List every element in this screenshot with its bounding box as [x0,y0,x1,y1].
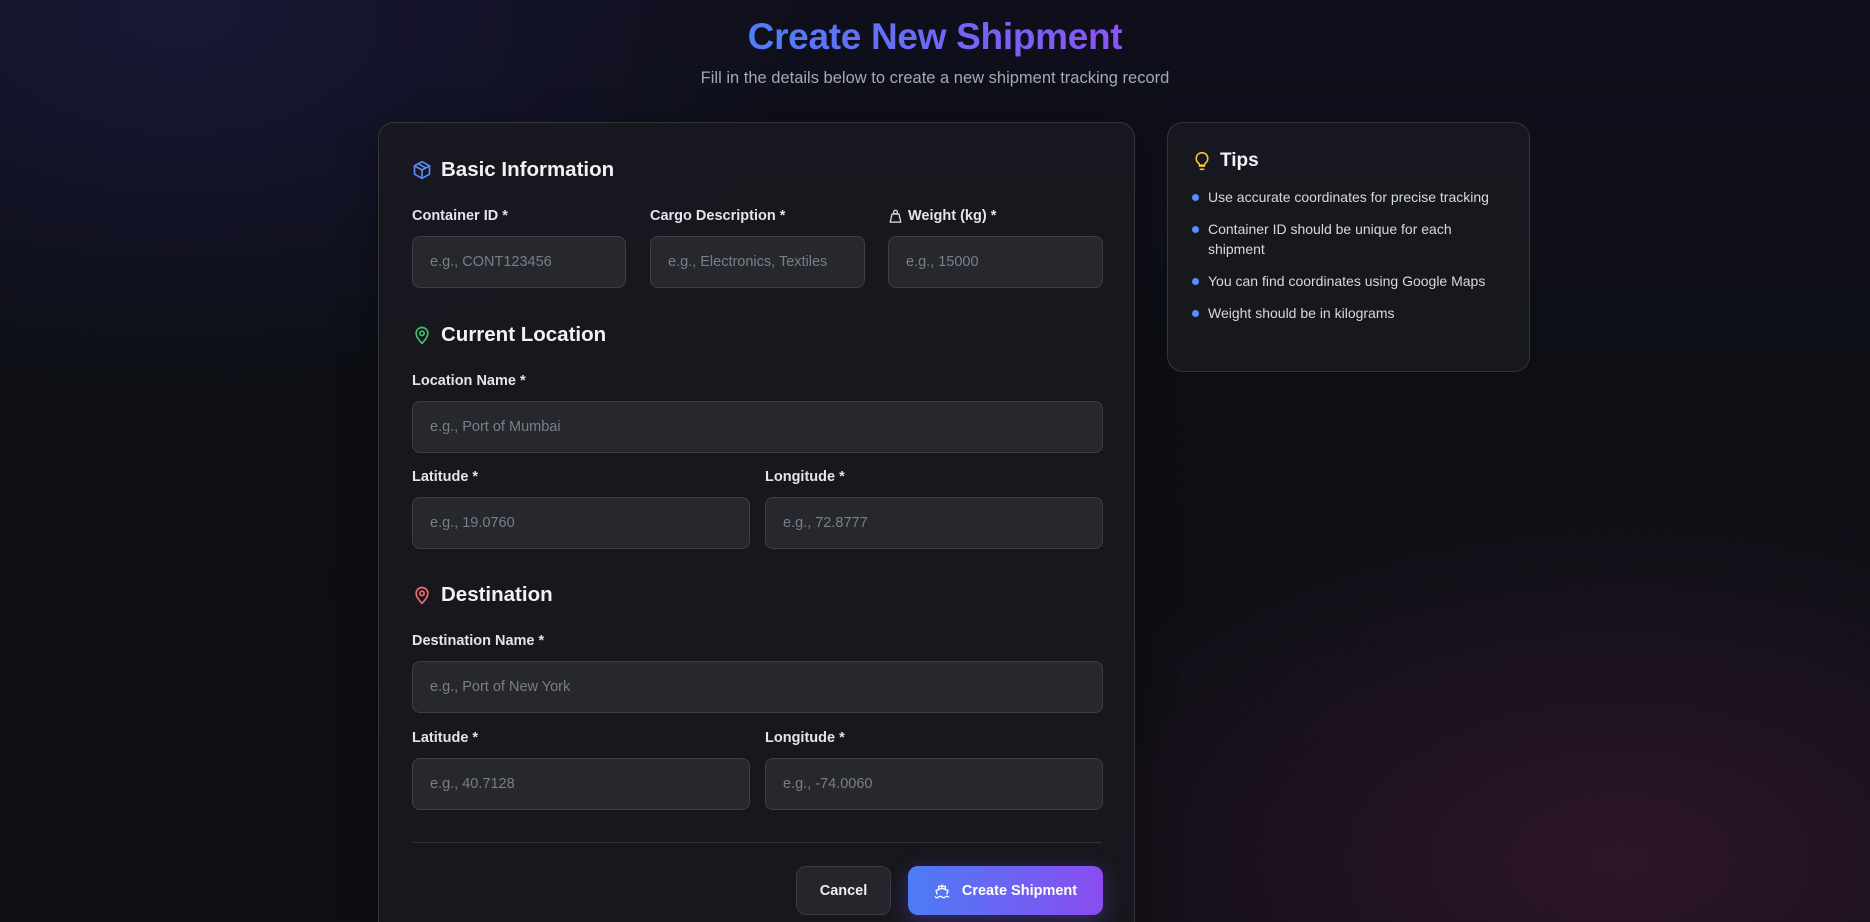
location-name-label: Location Name * [412,373,526,389]
section-destination: Destination [412,582,553,608]
list-item: Use accurate coordinates for precise tra… [1192,187,1505,207]
bullet-icon [1192,310,1199,317]
destination-latitude-input[interactable] [412,758,750,810]
ship-icon [934,883,950,899]
list-item: You can find coordinates using Google Ma… [1192,271,1505,291]
package-icon [412,160,432,180]
map-pin-icon [412,585,432,605]
create-shipment-label: Create Shipment [961,882,1078,899]
current-longitude-input[interactable] [765,497,1103,549]
tips-panel: Tips Use accurate coordinates for precis… [1167,122,1530,372]
page-subtitle: Fill in the details below to create a ne… [700,69,1170,87]
tips-list: Use accurate coordinates for precise tra… [1192,187,1505,323]
location-name-field: Location Name * [412,372,1103,453]
weight-label: Weight (kg) * [908,208,997,224]
destination-latitude-label: Latitude * [412,730,479,746]
current-latitude-input[interactable] [412,497,750,549]
destination-longitude-input[interactable] [765,758,1103,810]
create-shipment-button[interactable]: Create Shipment [908,866,1103,915]
tips-title: Tips [1220,150,1259,171]
destination-longitude-field: Longitude * [765,729,1103,810]
current-longitude-label: Longitude * [765,469,845,485]
shipment-form: Basic Information Container ID * Cargo D… [378,122,1135,922]
section-title: Current Location [441,323,607,346]
weight-input[interactable] [888,236,1103,288]
map-pin-icon [412,325,432,345]
destination-name-label: Destination Name * [412,633,545,649]
tips-header: Tips [1192,149,1505,173]
destination-latitude-field: Latitude * [412,729,750,810]
container-id-field: Container ID * [412,207,626,288]
location-name-input[interactable] [412,401,1103,453]
tip-text: Weight should be in kilograms [1208,305,1395,321]
weight-icon [888,209,903,224]
current-latitude-field: Latitude * [412,468,750,549]
page-title: Create New Shipment [748,14,1123,60]
tip-text: Container ID should be unique for each s… [1208,221,1452,257]
current-latitude-label: Latitude * [412,469,479,485]
weight-label-row: Weight (kg) * [888,207,1103,225]
cargo-description-field: Cargo Description * [650,207,865,288]
bullet-icon [1192,278,1199,285]
section-title: Basic Information [441,158,615,181]
container-id-input[interactable] [412,236,626,288]
section-basic-information: Basic Information [412,157,614,183]
current-longitude-field: Longitude * [765,468,1103,549]
bullet-icon [1192,194,1199,201]
destination-name-field: Destination Name * [412,632,1103,713]
bullet-icon [1192,226,1199,233]
cargo-description-label: Cargo Description * [650,208,786,224]
container-id-label: Container ID * [412,208,508,224]
destination-name-input[interactable] [412,661,1103,713]
cancel-button[interactable]: Cancel [796,866,891,915]
lightbulb-icon [1192,151,1212,171]
cargo-description-input[interactable] [650,236,865,288]
weight-field: Weight (kg) * [888,207,1103,288]
section-current-location: Current Location [412,322,606,348]
list-item: Container ID should be unique for each s… [1192,219,1505,259]
form-divider [412,842,1102,843]
tip-text: You can find coordinates using Google Ma… [1208,273,1486,289]
section-title: Destination [441,583,553,606]
page-header: Create New Shipment Fill in the details … [0,14,1870,88]
destination-longitude-label: Longitude * [765,730,845,746]
list-item: Weight should be in kilograms [1192,303,1505,323]
tip-text: Use accurate coordinates for precise tra… [1208,189,1489,205]
